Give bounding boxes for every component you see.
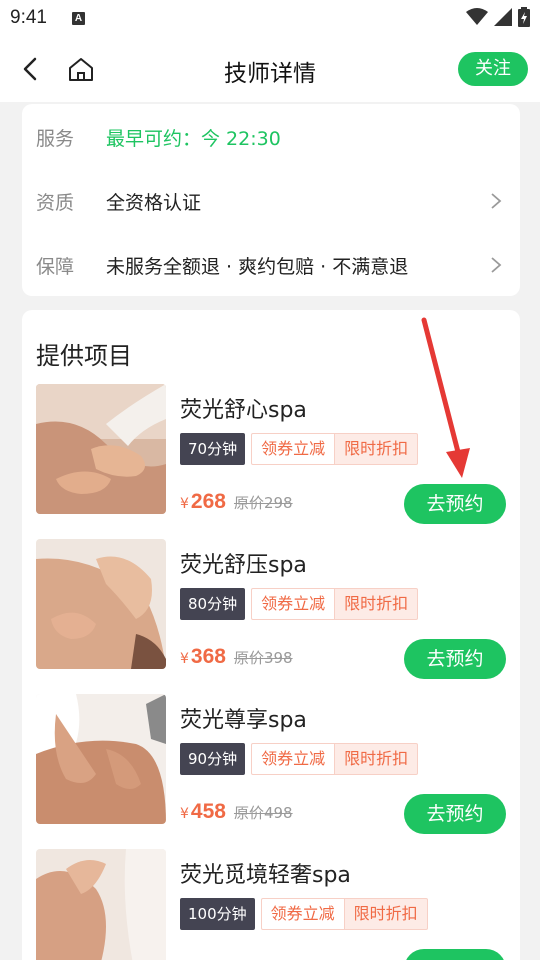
service-name: 荧光尊享spa (180, 708, 307, 733)
service-tags: 90分钟 领券立减 限时折扣 (180, 743, 419, 775)
follow-button[interactable]: 关注 (458, 52, 528, 86)
service-name: 荧光觅境轻奢spa (180, 863, 351, 888)
battery-icon (518, 7, 530, 27)
coupon-tag: 领券立减 (251, 588, 336, 620)
notification-a-icon: A (72, 12, 85, 25)
book-button[interactable]: 去预约 (404, 484, 506, 524)
info-card: 服务 最早可约：今 22:30 资质 全资格认证 保障 未服务全额退 · 爽约包… (22, 104, 520, 296)
projects-card: 提供项目 荧光舒心spa 70分钟 领券立减 限时折扣 ¥ 268 原价298 … (22, 310, 520, 960)
price: 368 (190, 645, 226, 668)
duration-tag: 90分钟 (180, 743, 246, 775)
service-item[interactable]: 荧光舒压spa 80分钟 领券立减 限时折扣 ¥ 368 原价398 去预约 (36, 539, 506, 679)
duration-tag: 80分钟 (180, 588, 246, 620)
coupon-tag: 领券立减 (251, 433, 336, 465)
service-name: 荧光舒压spa (180, 553, 307, 578)
price: 458 (190, 800, 226, 823)
status-time: 9:41 (10, 7, 47, 28)
service-image (36, 384, 166, 514)
original-price: 原价398 (233, 649, 293, 667)
coupon-tag: 领券立减 (251, 743, 336, 775)
currency-symbol: ¥ (180, 651, 189, 667)
service-image (36, 539, 166, 669)
currency-symbol: ¥ (180, 806, 189, 822)
price: 268 (190, 490, 226, 513)
chevron-right-icon (491, 257, 502, 273)
projects-title: 提供项目 (36, 342, 132, 370)
discount-tag: 限时折扣 (335, 588, 419, 620)
discount-tag: 限时折扣 (335, 433, 419, 465)
price-row: ¥ 458 原价498 (180, 800, 293, 824)
info-label: 服务 (36, 127, 75, 150)
service-item[interactable]: 荧光舒心spa 70分钟 领券立减 限时折扣 ¥ 268 原价298 去预约 (36, 384, 506, 524)
info-row-qualification[interactable]: 资质 全资格认证 (22, 181, 520, 221)
service-tags: 100分钟 领券立减 限时折扣 (180, 898, 428, 930)
discount-tag: 限时折扣 (335, 743, 419, 775)
book-button[interactable]: 去预约 (404, 794, 506, 834)
currency-symbol: ¥ (180, 496, 189, 512)
service-name: 荧光舒心spa (180, 398, 307, 423)
status-bar: 9:41 A (0, 0, 540, 36)
info-row-service: 服务 最早可约：今 22:30 (22, 117, 520, 157)
service-tags: 70分钟 领券立减 限时折扣 (180, 433, 419, 465)
coupon-tag: 领券立减 (260, 898, 345, 930)
signal-icon (494, 8, 512, 26)
book-button[interactable] (404, 949, 506, 960)
duration-tag: 100分钟 (180, 898, 255, 930)
book-button[interactable]: 去预约 (404, 639, 506, 679)
earliest-available-value: 最早可约：今 22:30 (106, 127, 281, 150)
service-image (36, 849, 166, 960)
wifi-icon (466, 8, 488, 25)
price-row: ¥ 268 原价298 (180, 490, 293, 514)
header: 技师详情 关注 (0, 36, 540, 102)
qualification-value: 全资格认证 (106, 191, 202, 214)
price-row: ¥ 368 原价398 (180, 645, 293, 669)
service-tags: 80分钟 领券立减 限时折扣 (180, 588, 419, 620)
info-row-guarantee[interactable]: 保障 未服务全额退 · 爽约包赔 · 不满意退 (22, 245, 520, 285)
service-item[interactable]: 荧光尊享spa 90分钟 领券立减 限时折扣 ¥ 458 原价498 去预约 (36, 694, 506, 834)
info-label: 保障 (36, 255, 75, 278)
discount-tag: 限时折扣 (344, 898, 428, 930)
status-icons (466, 7, 530, 27)
service-image (36, 694, 166, 824)
original-price: 原价498 (233, 804, 293, 822)
info-label: 资质 (36, 191, 75, 214)
duration-tag: 70分钟 (180, 433, 246, 465)
service-item[interactable]: 荧光觅境轻奢spa 100分钟 领券立减 限时折扣 (36, 849, 506, 960)
guarantee-value: 未服务全额退 · 爽约包赔 · 不满意退 (106, 255, 409, 278)
chevron-right-icon (491, 193, 502, 209)
original-price: 原价298 (233, 494, 293, 512)
